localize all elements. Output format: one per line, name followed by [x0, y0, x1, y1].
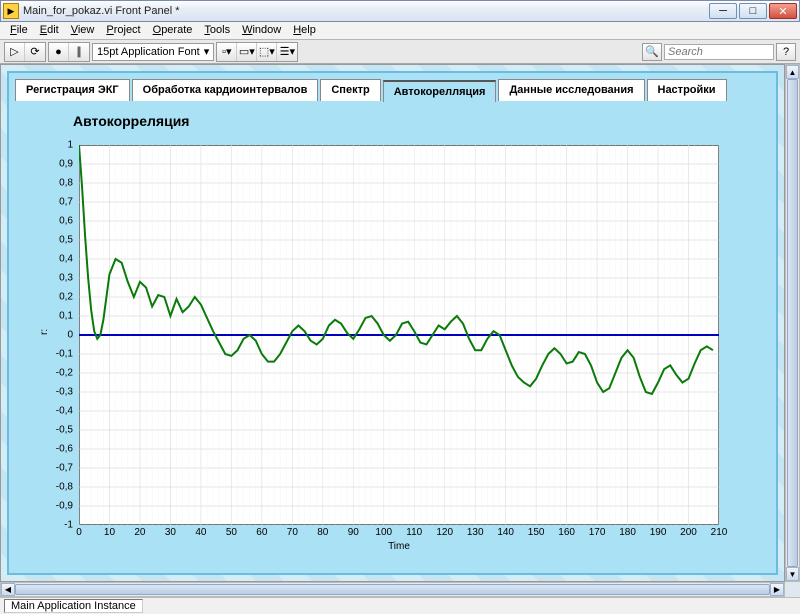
- scroll-down-arrow[interactable]: ▼: [786, 567, 799, 581]
- dropdown-icon: ▾: [204, 45, 210, 58]
- vertical-scrollbar[interactable]: ▲ ▼: [785, 64, 800, 582]
- menu-help[interactable]: Help: [287, 22, 322, 39]
- horizontal-scroll-thumb[interactable]: [15, 584, 770, 595]
- chart-container: Автокорреляция r: -1-0,9-0,8-0,7-0,6-0,5…: [9, 101, 776, 575]
- x-axis-label: Time: [79, 541, 719, 552]
- menu-edit[interactable]: Edit: [34, 22, 65, 39]
- tab-strip: Регистрация ЭКГОбработка кардиоинтервало…: [9, 73, 776, 101]
- plot-svg: [79, 145, 719, 525]
- front-panel: Регистрация ЭКГОбработка кардиоинтервало…: [0, 64, 785, 582]
- scroll-right-arrow[interactable]: ▶: [770, 583, 784, 596]
- abort-button[interactable]: ●: [49, 43, 69, 61]
- toolbar: ▷ ⟳ ● ∥ 15pt Application Font ▾ ▫▾ ▭▾ ⬚▾…: [0, 40, 800, 64]
- menu-file[interactable]: File: [4, 22, 34, 39]
- tab-0[interactable]: Регистрация ЭКГ: [15, 79, 130, 101]
- tab-1[interactable]: Обработка кардиоинтервалов: [132, 79, 319, 101]
- plot-area: r: -1-0,9-0,8-0,7-0,6-0,5-0,4-0,3-0,2-0,…: [39, 135, 739, 565]
- y-ticks: -1-0,9-0,8-0,7-0,6-0,5-0,4-0,3-0,2-0,100…: [39, 145, 75, 525]
- run-button[interactable]: ▷: [5, 43, 25, 61]
- menubar: File Edit View Project Operate Tools Win…: [0, 22, 800, 40]
- app-icon: ▶: [3, 3, 19, 19]
- menu-view[interactable]: View: [65, 22, 101, 39]
- menu-project[interactable]: Project: [100, 22, 146, 39]
- align-button[interactable]: ▫▾: [217, 43, 237, 61]
- search-input[interactable]: [664, 44, 774, 60]
- search-icon[interactable]: 🔍: [642, 43, 662, 61]
- status-bar: Main Application Instance: [0, 597, 800, 614]
- menu-window[interactable]: Window: [236, 22, 287, 39]
- font-label: 15pt Application Font: [97, 46, 200, 58]
- chart-title: Автокорреляция: [39, 109, 746, 135]
- scroll-left-arrow[interactable]: ◀: [1, 583, 15, 596]
- scroll-up-arrow[interactable]: ▲: [786, 65, 799, 79]
- menu-operate[interactable]: Operate: [147, 22, 199, 39]
- tab-3[interactable]: Автокорелляция: [383, 80, 497, 102]
- horizontal-scrollbar[interactable]: ◀ ▶: [0, 582, 785, 597]
- minimize-button[interactable]: ─: [709, 3, 737, 19]
- distribute-button[interactable]: ▭▾: [237, 43, 257, 61]
- resize-button[interactable]: ⬚▾: [257, 43, 277, 61]
- font-selector[interactable]: 15pt Application Font ▾: [92, 43, 214, 61]
- maximize-button[interactable]: □: [739, 3, 767, 19]
- titlebar: ▶ Main_for_pokaz.vi Front Panel * ─ □ ✕: [0, 0, 800, 22]
- pause-button[interactable]: ∥: [69, 43, 89, 61]
- instance-indicator: Main Application Instance: [4, 599, 143, 613]
- x-ticks: 0102030405060708090100110120130140150160…: [79, 527, 719, 539]
- help-button[interactable]: ?: [776, 43, 796, 61]
- close-button[interactable]: ✕: [769, 3, 797, 19]
- menu-tools[interactable]: Tools: [198, 22, 236, 39]
- vertical-scroll-thumb[interactable]: [787, 79, 798, 567]
- tab-control: Регистрация ЭКГОбработка кардиоинтервало…: [7, 71, 778, 575]
- tab-4[interactable]: Данные исследования: [498, 79, 644, 101]
- window-title: Main_for_pokaz.vi Front Panel *: [23, 5, 709, 17]
- run-continuous-button[interactable]: ⟳: [25, 43, 45, 61]
- tab-5[interactable]: Настройки: [647, 79, 727, 101]
- tab-2[interactable]: Спектр: [320, 79, 380, 101]
- reorder-button[interactable]: ☰▾: [277, 43, 297, 61]
